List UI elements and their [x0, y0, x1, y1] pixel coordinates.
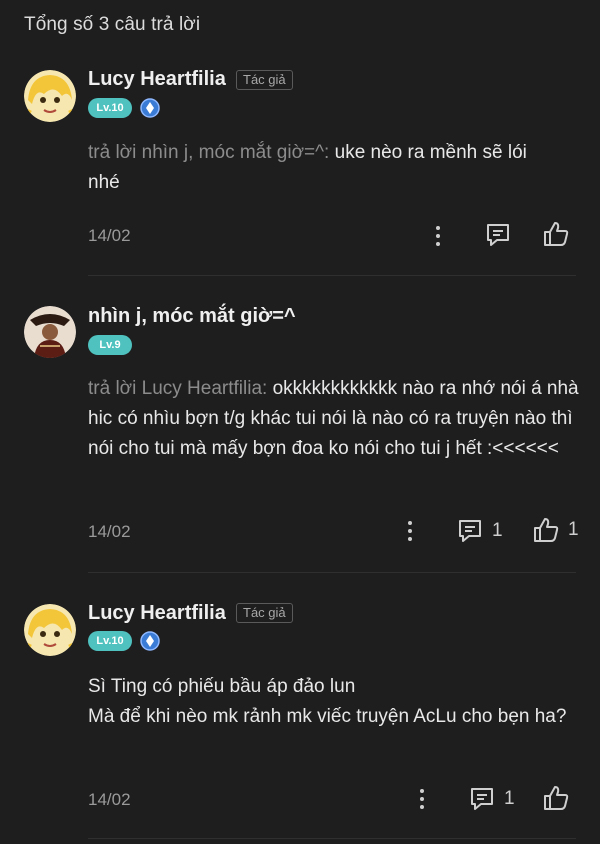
reply-count: 1: [492, 520, 503, 541]
more-vertical-icon: [436, 226, 440, 246]
comment-icon: [459, 520, 481, 542]
more-button[interactable]: [402, 519, 418, 543]
total-answers-heading: Tổng số 3 câu trả lời: [24, 14, 201, 35]
comment-icon: [487, 224, 509, 246]
reply-count: 1: [504, 788, 515, 809]
reply-button[interactable]: 1: [456, 517, 503, 545]
author-badge: Tác giả: [236, 603, 293, 623]
comment-text: trả lời Lucy Heartfilia: okkkkkkkkkkkk n…: [88, 374, 588, 464]
diamond-icon: [140, 98, 160, 118]
divider: [88, 838, 576, 839]
comment-date: 14/02: [88, 522, 131, 541]
level-badge: Lv.10: [88, 631, 132, 651]
more-vertical-icon: [408, 521, 412, 541]
more-button[interactable]: [430, 224, 446, 248]
reply-button[interactable]: [484, 221, 520, 249]
author-name[interactable]: Lucy Heartfilia: [88, 68, 226, 91]
comment-text: Sì Ting có phiếu bầu áp đảo lun Mà để kh…: [88, 672, 568, 732]
level-badge: Lv.9: [88, 335, 132, 355]
avatar[interactable]: [24, 604, 76, 656]
level-badge: Lv.10: [88, 98, 132, 118]
thumbs-up-icon: [544, 786, 569, 810]
more-vertical-icon: [420, 789, 424, 809]
author-name[interactable]: nhìn j, móc mắt giờ=^: [88, 305, 296, 328]
comment-date: 14/02: [88, 226, 131, 245]
reply-prefix: trả lời nhìn j, móc mắt giờ=^:: [88, 142, 335, 163]
comment-text: trả lời nhìn j, móc mắt giờ=^: uke nèo r…: [88, 138, 558, 198]
like-button[interactable]: 1: [532, 516, 579, 544]
like-button[interactable]: [542, 784, 578, 812]
thumbs-up-icon: [534, 518, 559, 542]
diamond-icon: [140, 631, 160, 651]
avatar[interactable]: [24, 306, 76, 358]
thumbs-up-icon: [544, 222, 569, 246]
reply-button[interactable]: 1: [468, 785, 515, 813]
more-button[interactable]: [414, 787, 430, 811]
like-count: 1: [568, 519, 579, 540]
like-button[interactable]: [542, 220, 578, 248]
author-name[interactable]: Lucy Heartfilia: [88, 602, 226, 625]
comment-line: Sì Ting có phiếu bầu áp đảo lun: [88, 676, 356, 697]
comment-date: 14/02: [88, 790, 131, 809]
divider: [88, 275, 576, 276]
divider: [88, 572, 576, 573]
author-badge: Tác giả: [236, 70, 293, 90]
comment-icon: [471, 788, 493, 810]
comment-line: Mà để khi nèo mk rảnh mk viếc truyện AcL…: [88, 706, 567, 727]
avatar[interactable]: [24, 70, 76, 122]
reply-prefix: trả lời Lucy Heartfilia:: [88, 378, 273, 399]
